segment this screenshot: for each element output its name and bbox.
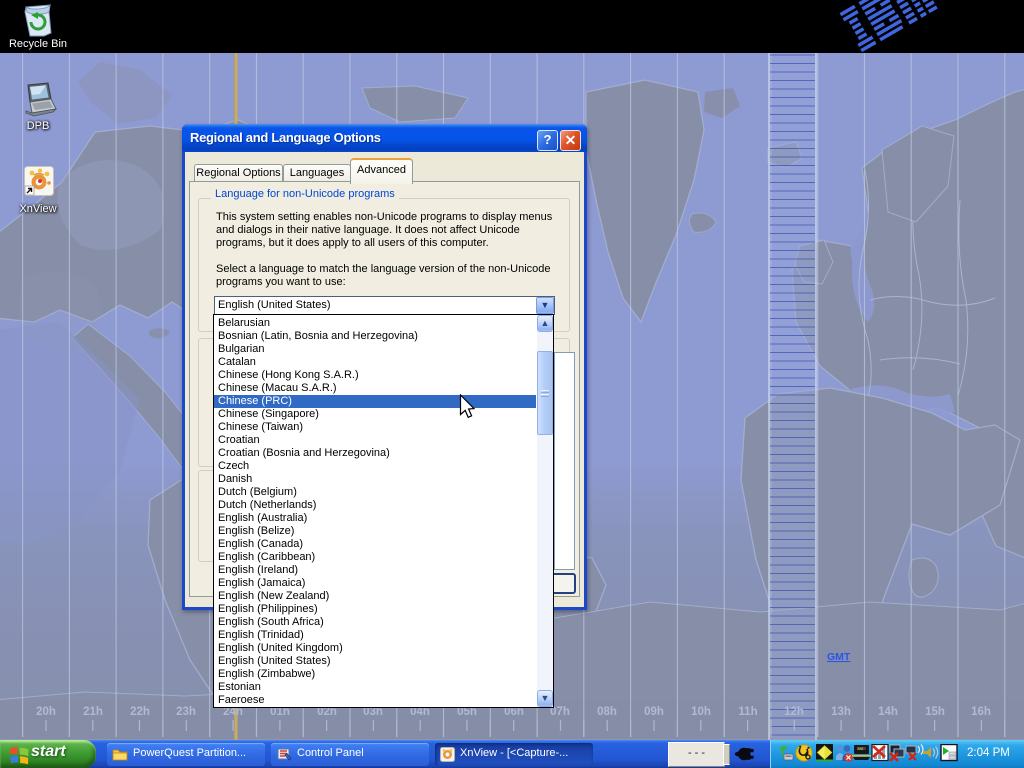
svg-text:GMT: GMT <box>827 651 851 663</box>
svg-text:11h: 11h <box>738 706 757 718</box>
svg-text:888: 888 <box>858 747 864 751</box>
svg-text:20h: 20h <box>36 706 56 718</box>
svg-text:23h: 23h <box>176 706 196 718</box>
svg-text:16h: 16h <box>971 706 991 718</box>
svg-text:21h: 21h <box>83 706 103 718</box>
svg-text:14h: 14h <box>878 706 898 718</box>
svg-text:15h: 15h <box>925 706 945 718</box>
svg-text:09h: 09h <box>644 706 664 718</box>
svg-text:13h: 13h <box>831 706 851 718</box>
svg-text:10h: 10h <box>691 706 711 718</box>
svg-text:12h: 12h <box>784 706 804 718</box>
svg-text:22h: 22h <box>130 706 150 718</box>
svg-text:08h: 08h <box>597 706 617 718</box>
